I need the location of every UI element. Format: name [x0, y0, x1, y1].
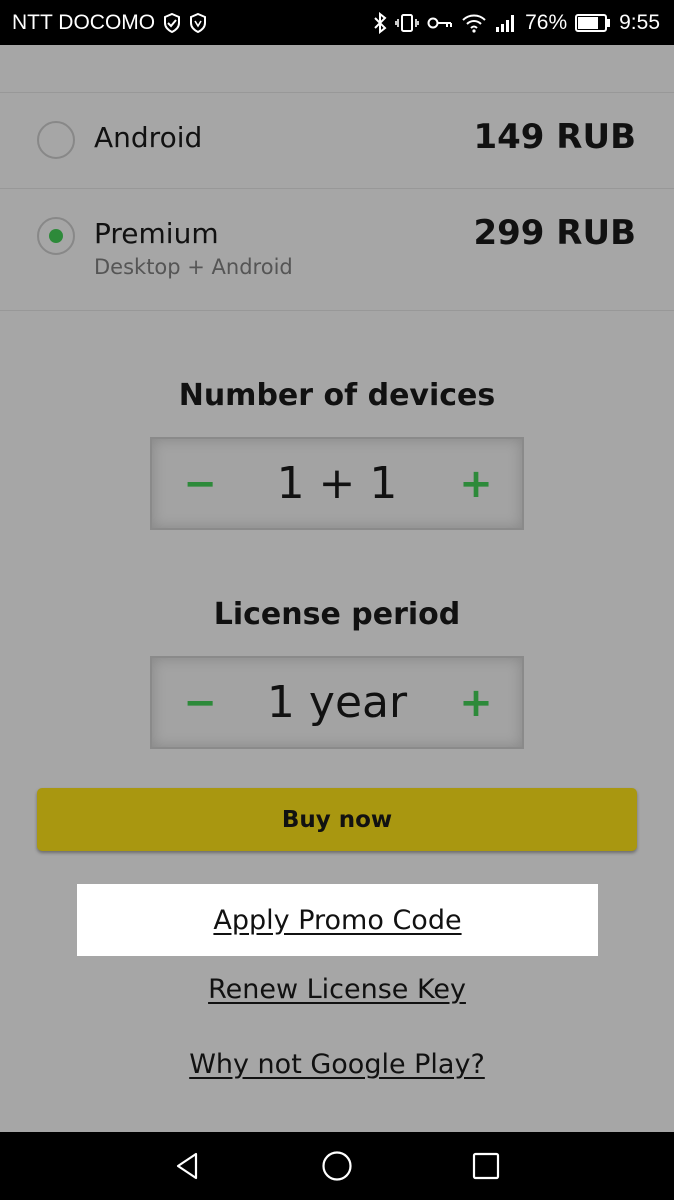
- purchase-screen: Android 149 RUB Premium Desktop + Androi…: [0, 45, 674, 1132]
- plan-name: Android: [94, 121, 203, 154]
- navigation-bar: [0, 1132, 674, 1200]
- renew-license-row: Renew License Key: [0, 974, 674, 1005]
- period-title: License period: [213, 597, 461, 632]
- radio-button-android[interactable]: [37, 121, 75, 159]
- battery-percent: 76%: [525, 10, 568, 34]
- period-stepper: − 1 year +: [150, 656, 524, 749]
- status-left: NTT DOCOMO: [12, 0, 207, 45]
- renew-license-key-link[interactable]: Renew License Key: [208, 974, 466, 1005]
- wifi-icon: [461, 13, 487, 33]
- divider: [0, 310, 674, 311]
- back-icon[interactable]: [147, 1132, 227, 1200]
- period-increment-button[interactable]: +: [436, 658, 516, 747]
- carrier-label: NTT DOCOMO: [12, 10, 156, 34]
- shield-icon: [163, 12, 181, 33]
- radio-button-premium[interactable]: [37, 217, 75, 255]
- devices-value: 1 + 1: [276, 458, 398, 509]
- plan-option-android[interactable]: Android 149 RUB: [0, 93, 674, 188]
- devices-decrement-button[interactable]: −: [160, 439, 240, 528]
- devices-title: Number of devices: [178, 378, 496, 413]
- devices-increment-button[interactable]: +: [436, 439, 516, 528]
- why-not-google-play-link[interactable]: Why not Google Play?: [189, 1049, 485, 1080]
- plan-price: 299 RUB: [473, 213, 636, 253]
- period-decrement-button[interactable]: −: [160, 658, 240, 747]
- buy-now-button[interactable]: Buy now: [37, 788, 637, 851]
- bluetooth-icon: [373, 11, 387, 34]
- devices-stepper: − 1 + 1 +: [150, 437, 524, 530]
- plan-name: Premium: [94, 217, 219, 250]
- home-icon[interactable]: [297, 1132, 377, 1200]
- recents-icon[interactable]: [446, 1132, 526, 1200]
- vibrate-icon: [395, 13, 419, 33]
- status-right: 76% 9:55: [373, 0, 660, 45]
- signal-icon: [495, 13, 517, 33]
- vpn-shield-icon: [189, 12, 207, 33]
- apply-promo-code-link[interactable]: Apply Promo Code: [213, 905, 461, 936]
- radio-selected-dot: [49, 229, 63, 243]
- status-bar: NTT DOCOMO 76% 9:55: [0, 0, 674, 45]
- battery-icon: [575, 13, 611, 32]
- plan-price: 149 RUB: [473, 117, 636, 157]
- clock: 9:55: [619, 10, 660, 34]
- plan-subtitle: Desktop + Android: [94, 255, 293, 279]
- promo-code-highlight: Apply Promo Code: [77, 884, 598, 956]
- plan-option-premium[interactable]: Premium Desktop + Android 299 RUB: [0, 189, 674, 310]
- why-not-google-play-row: Why not Google Play?: [0, 1049, 674, 1080]
- period-value: 1 year: [266, 677, 408, 728]
- key-icon: [427, 16, 453, 30]
